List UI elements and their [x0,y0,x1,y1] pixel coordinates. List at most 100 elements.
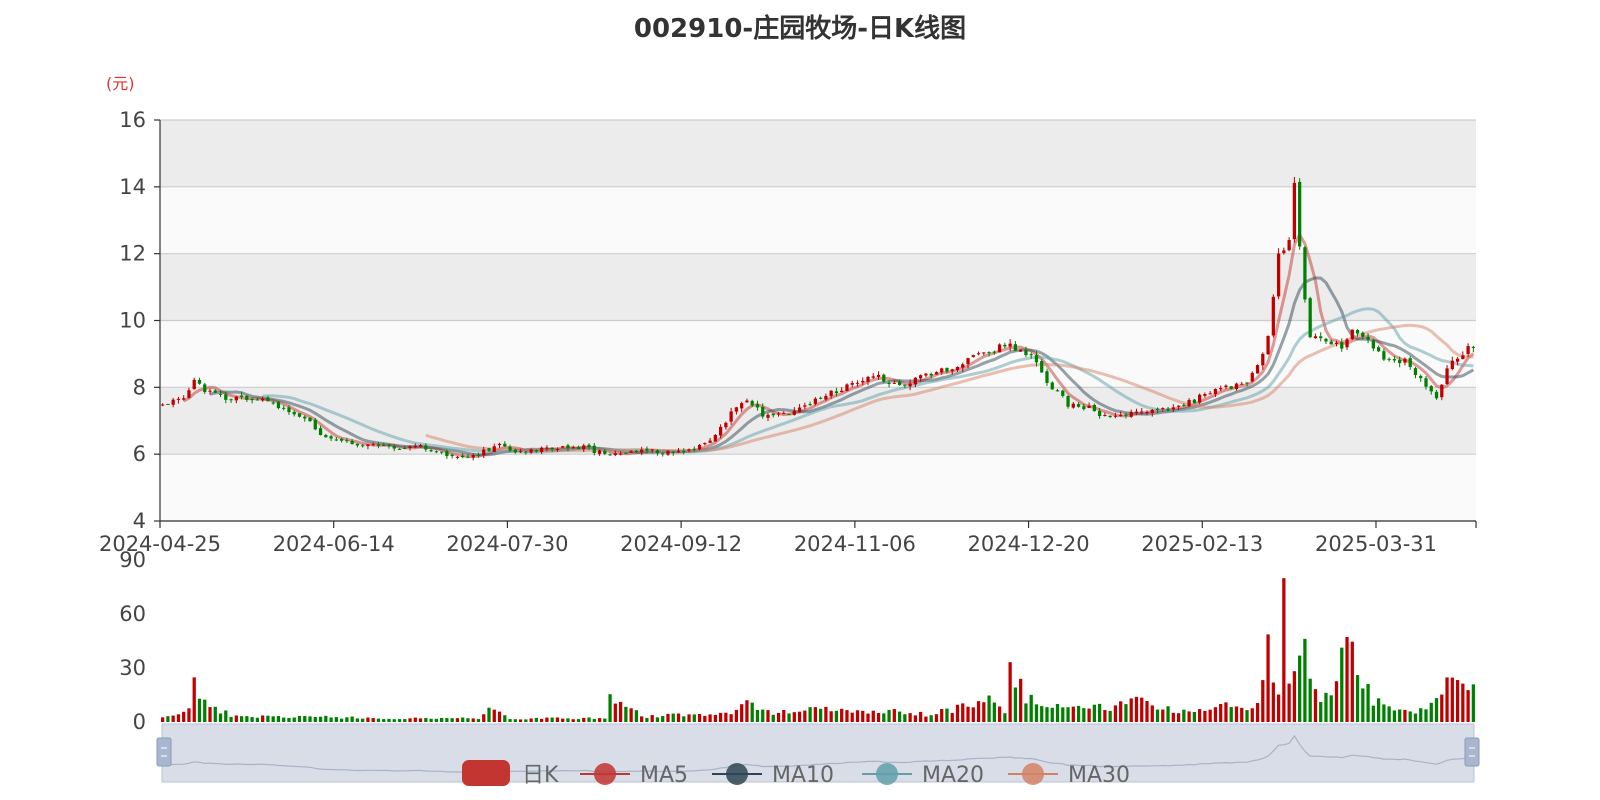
volume-bar [487,707,491,722]
candle-body [761,406,765,417]
candle-body [613,453,617,455]
volume-bar [608,694,612,722]
volume-bar [908,713,912,722]
volume-bar [1145,701,1149,722]
candle [1255,364,1260,374]
volume-bar [1282,578,1286,722]
candle-body [813,398,817,404]
candle-body [1119,415,1123,417]
volume-bar [882,713,886,722]
candle-body [1271,296,1275,336]
candle-body [255,399,260,401]
volume-bar [587,717,591,722]
volume-bar [1308,678,1312,722]
candle-body [366,444,370,447]
candle-body [334,439,338,441]
candle-body [1403,358,1407,363]
candle-body [350,440,354,445]
candle-body [718,426,723,436]
volume-bar [1208,709,1212,722]
volume-bar [461,717,465,722]
candle-body [1055,390,1060,392]
candle-body [845,384,849,392]
candle-body [1229,386,1233,389]
candle-body [1303,247,1307,300]
candle-body [750,400,754,406]
candle-body [371,444,375,446]
volume-bar [687,714,691,722]
volume-bar [1076,705,1081,722]
candle-body [603,450,607,454]
volume-bar [855,710,860,722]
volume-bar [982,702,986,722]
volume-bar [1319,702,1323,722]
candle-body [1329,341,1333,345]
candle-body [455,456,460,458]
candle-body [597,450,602,454]
volume-bar [1287,683,1291,722]
volume-bar [945,708,949,722]
volume-bar [613,703,617,722]
candle-body [871,376,875,378]
candle-body [1087,405,1091,408]
candle-body [1461,355,1465,360]
volume-bar [1424,709,1428,722]
volume-bar [518,719,523,722]
candle-body [792,410,796,415]
candle-body [729,411,733,422]
candle-body [1182,404,1186,406]
candle-body [803,405,807,407]
candle-body [971,355,975,357]
candle-body [819,397,823,399]
candle-body [1387,358,1391,360]
volume-bar [450,718,454,722]
volume-bar [576,719,581,722]
candle-body [297,413,302,417]
volume-bar [466,718,470,722]
candle-body [418,445,423,447]
legend-item-ma30[interactable]: MA30 [1008,763,1130,788]
candle-body [1250,372,1254,382]
candle-body [903,384,907,386]
candle [1266,335,1270,356]
candle-body [1045,371,1049,384]
volume-bar [524,719,528,722]
volume-bar [192,677,196,722]
candle-body [955,366,960,371]
candle-body [555,448,560,450]
candle-body [755,404,760,408]
candle-body [1034,355,1039,363]
volume-bar [413,717,417,722]
volume-bar [171,715,175,722]
candle-body [703,443,707,445]
legend-item-ma20[interactable]: MA20 [862,763,984,788]
candle-body [1208,393,1212,395]
candle-body [1219,387,1223,390]
candle-body [861,380,865,383]
volume-bar [840,708,844,722]
candle-body [287,407,291,413]
candle-body [950,369,954,372]
volume-bar [566,718,570,722]
volume-bar [1192,711,1197,722]
volume-bar [713,714,717,722]
legend-label: MA10 [772,763,834,788]
candle-body [1276,253,1281,297]
candle-body [339,438,344,441]
volume-bar [1119,701,1123,722]
candle-body [445,451,449,457]
candle-body [1313,336,1318,339]
legend-item-ma10[interactable]: MA10 [712,763,834,788]
volume-bar [403,719,407,722]
candle-body [782,413,786,415]
volume-bar [508,719,512,722]
candle-body [1198,394,1202,403]
candle-body [497,443,502,446]
price-y-tick-label: 14 [119,175,146,199]
volume-bar [1440,694,1444,722]
volume-bar [708,714,712,722]
price-y-tick-label: 12 [119,242,146,266]
volume-bar [1103,710,1107,722]
volume-bar [355,718,360,722]
volume-bar [1092,704,1096,722]
